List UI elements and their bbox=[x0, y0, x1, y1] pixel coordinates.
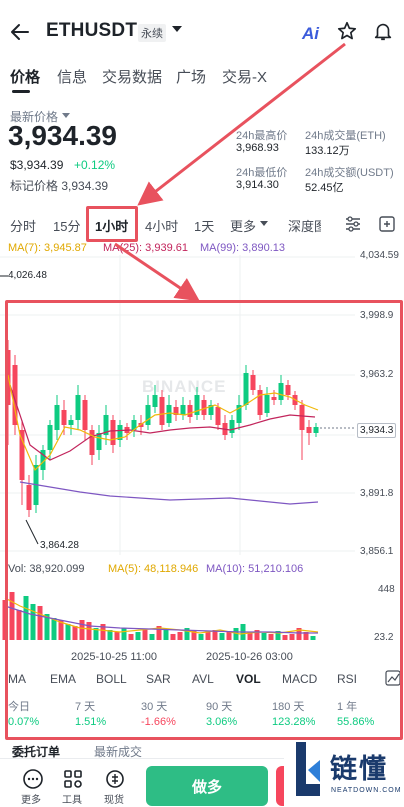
interval-15m[interactable]: 15分 bbox=[53, 216, 80, 235]
nav-tools-label[interactable]: 工具 bbox=[62, 791, 82, 806]
tab-trade-x[interactable]: 交易-X bbox=[222, 66, 267, 87]
symbol-title[interactable]: ETHUSDT bbox=[46, 20, 137, 42]
high-24h-value: 3,968.93 bbox=[236, 142, 279, 154]
contract-type-tag: 永续 bbox=[138, 24, 166, 42]
site-logo-text: 链懂 bbox=[330, 754, 388, 784]
volume-eth-value: 133.12万 bbox=[305, 145, 350, 157]
nav-spot-label[interactable]: 现货 bbox=[104, 791, 124, 806]
volume-usdt-label: 24h成交额(USDT) bbox=[305, 167, 394, 179]
more-dropdown-icon[interactable] bbox=[260, 221, 268, 226]
low-24h-label: 24h最低价 bbox=[236, 167, 288, 179]
chart-settings-icon[interactable] bbox=[344, 216, 362, 232]
site-logo-subtext: NEATDOWN.COM bbox=[331, 787, 402, 794]
interval-1d[interactable]: 1天 bbox=[194, 216, 214, 235]
long-button[interactable]: 做多 bbox=[146, 766, 268, 806]
interval-4h[interactable]: 4小时 bbox=[145, 216, 178, 235]
interval-time-share[interactable]: 分时 bbox=[10, 216, 36, 235]
favorite-star-icon[interactable] bbox=[336, 20, 358, 42]
annotation-box-chart bbox=[5, 300, 403, 740]
ai-icon[interactable]: Ai bbox=[302, 24, 319, 44]
usd-price: $3,934.39 bbox=[10, 158, 64, 172]
mark-price: 标记价格 3,934.39 bbox=[10, 177, 108, 194]
ma99-legend: MA(99): 3,890.13 bbox=[200, 242, 285, 254]
tab-info[interactable]: 信息 bbox=[57, 66, 87, 87]
annotation-box-interval bbox=[86, 206, 138, 242]
volume-usdt-value: 52.45亿 bbox=[305, 182, 344, 194]
spot-icon[interactable] bbox=[104, 768, 126, 790]
active-tab-indicator bbox=[12, 90, 30, 93]
more-icon[interactable] bbox=[22, 768, 44, 790]
mark-price-value: 3,934.39 bbox=[61, 179, 109, 193]
mark-price-label: 标记价格 bbox=[10, 179, 59, 193]
tab-square[interactable]: 广场 bbox=[176, 66, 206, 87]
volume-eth-label: 24h成交量(ETH) bbox=[305, 130, 386, 142]
main-tabs: 价格 信息 交易数据 广场 交易-X bbox=[0, 62, 404, 93]
last-price: 3,934.39 bbox=[8, 120, 117, 151]
fullscreen-icon[interactable] bbox=[378, 215, 396, 233]
price-change-percent: +0.12% bbox=[74, 158, 116, 172]
depth-chart-tab[interactable]: 深度图 bbox=[288, 216, 321, 235]
symbol-dropdown-icon[interactable] bbox=[172, 26, 182, 32]
tab-trading-data[interactable]: 交易数据 bbox=[102, 66, 162, 87]
site-logo-mark bbox=[296, 742, 320, 796]
ma25-legend: MA(25): 3,939.61 bbox=[103, 242, 188, 254]
ma7-legend: MA(7): 3,945.87 bbox=[8, 242, 87, 254]
latest-price-dropdown-icon[interactable] bbox=[62, 113, 70, 118]
header: ETHUSDT 永续 Ai bbox=[0, 0, 404, 62]
interval-more[interactable]: 更多 bbox=[230, 216, 256, 235]
low-24h-value: 3,914.30 bbox=[236, 179, 279, 191]
back-arrow-icon[interactable] bbox=[8, 20, 32, 44]
high-24h-label: 24h最高价 bbox=[236, 130, 288, 142]
tools-icon[interactable] bbox=[62, 768, 84, 790]
bell-icon[interactable] bbox=[372, 20, 394, 42]
nav-more-label[interactable]: 更多 bbox=[21, 791, 41, 806]
tab-price[interactable]: 价格 bbox=[10, 66, 40, 87]
